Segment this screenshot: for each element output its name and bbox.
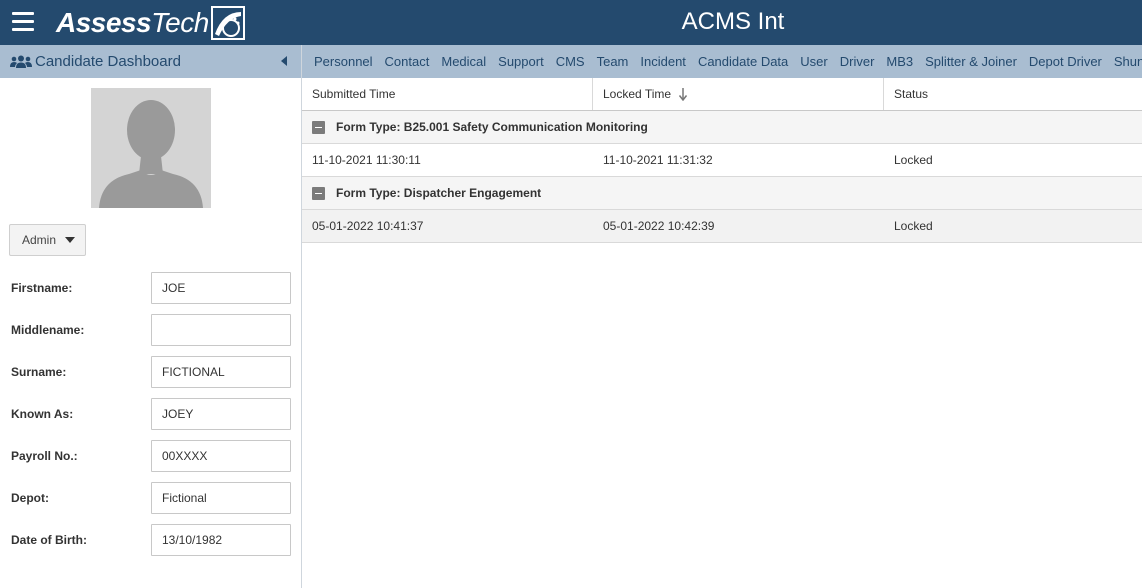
known-as-row: Known As: bbox=[11, 398, 291, 430]
middlename-field[interactable] bbox=[151, 314, 291, 346]
middlename-row: Middlename: bbox=[11, 314, 291, 346]
date-of-birth-row: Date of Birth: bbox=[11, 524, 291, 556]
group-title: Form Type: Dispatcher Engagement bbox=[336, 186, 542, 200]
logo-text: AssessTech bbox=[56, 7, 209, 38]
payroll-no-label: Payroll No.: bbox=[11, 449, 78, 463]
depot-row: Depot: bbox=[11, 482, 291, 514]
depot-field[interactable] bbox=[151, 482, 291, 514]
tab-user[interactable]: User bbox=[800, 54, 827, 69]
tab-driver[interactable]: Driver bbox=[840, 54, 875, 69]
sidebar-title: Candidate Dashboard bbox=[35, 53, 181, 70]
logo-mark-icon bbox=[210, 6, 245, 40]
admin-dropdown-button[interactable]: Admin bbox=[9, 224, 86, 256]
tab-support[interactable]: Support bbox=[498, 54, 544, 69]
collapse-group-icon[interactable] bbox=[312, 186, 325, 200]
assesstech-logo: AssessTech bbox=[56, 6, 245, 40]
tab-shunter[interactable]: Shunter bbox=[1114, 54, 1142, 69]
column-header-label: Status bbox=[894, 87, 929, 101]
caret-left-icon[interactable] bbox=[281, 56, 287, 66]
table-row[interactable]: 05-01-2022 10:41:37 05-01-2022 10:42:39 … bbox=[302, 210, 1142, 243]
column-header-label: Locked Time bbox=[603, 87, 672, 101]
tab-splitter-joiner[interactable]: Splitter & Joiner bbox=[925, 54, 1017, 69]
locked-time-cell: 11-10-2021 11:31:32 bbox=[603, 153, 713, 167]
date-of-birth-label: Date of Birth: bbox=[11, 533, 87, 547]
status-cell: Locked bbox=[894, 153, 933, 167]
sort-descending-icon bbox=[679, 87, 688, 101]
caret-down-icon bbox=[65, 237, 76, 243]
locked-time-cell: 05-01-2022 10:42:39 bbox=[603, 219, 715, 233]
payroll-no-row: Payroll No.: bbox=[11, 440, 291, 472]
submitted-time-cell: 11-10-2021 11:30:11 bbox=[312, 153, 421, 167]
table-row[interactable]: 11-10-2021 11:30:11 11-10-2021 11:31:32 … bbox=[302, 144, 1142, 177]
firstname-label: Firstname: bbox=[11, 281, 73, 295]
surname-row: Surname: bbox=[11, 356, 291, 388]
tab-medical[interactable]: Medical bbox=[441, 54, 486, 69]
firstname-row: Firstname: bbox=[11, 272, 291, 304]
known-as-field[interactable] bbox=[151, 398, 291, 430]
column-header-submitted-time[interactable]: Submitted Time bbox=[302, 78, 593, 110]
candidate-sidebar: Candidate Dashboard Admin Firstname: Mid… bbox=[0, 45, 302, 588]
sidebar-header: Candidate Dashboard bbox=[0, 45, 301, 78]
tab-candidate-data[interactable]: Candidate Data bbox=[698, 54, 788, 69]
app-header: AssessTech ACMS Int bbox=[0, 0, 1142, 45]
date-of-birth-field[interactable] bbox=[151, 524, 291, 556]
column-header-status[interactable]: Status bbox=[884, 78, 1142, 110]
submitted-time-cell: 05-01-2022 10:41:37 bbox=[312, 219, 424, 233]
group-row: Form Type: Dispatcher Engagement bbox=[302, 177, 1142, 210]
firstname-field[interactable] bbox=[151, 272, 291, 304]
tab-personnel[interactable]: Personnel bbox=[314, 54, 373, 69]
payroll-no-field[interactable] bbox=[151, 440, 291, 472]
tab-cms[interactable]: CMS bbox=[556, 54, 585, 69]
group-row: Form Type: B25.001 Safety Communication … bbox=[302, 111, 1142, 144]
users-icon bbox=[10, 55, 32, 68]
group-title: Form Type: B25.001 Safety Communication … bbox=[336, 120, 648, 134]
column-header-label: Submitted Time bbox=[312, 87, 396, 101]
app-title: ACMS Int bbox=[681, 8, 785, 35]
person-silhouette-icon bbox=[99, 100, 203, 208]
tab-contact[interactable]: Contact bbox=[385, 54, 430, 69]
hamburger-icon[interactable] bbox=[12, 12, 34, 32]
surname-field[interactable] bbox=[151, 356, 291, 388]
status-cell: Locked bbox=[894, 219, 933, 233]
tab-depot-driver[interactable]: Depot Driver bbox=[1029, 54, 1102, 69]
admin-label: Admin bbox=[22, 233, 57, 247]
avatar bbox=[91, 88, 211, 208]
forms-grid: Submitted Time Locked Time Status Form T… bbox=[302, 78, 1142, 243]
column-header-locked-time[interactable]: Locked Time bbox=[593, 78, 884, 110]
module-tabbar: Personnel Contact Medical Support CMS Te… bbox=[302, 45, 1142, 78]
tab-mb3[interactable]: MB3 bbox=[886, 54, 913, 69]
known-as-label: Known As: bbox=[11, 407, 74, 421]
grid-header: Submitted Time Locked Time Status bbox=[302, 78, 1142, 111]
collapse-group-icon[interactable] bbox=[312, 120, 325, 134]
depot-label: Depot: bbox=[11, 491, 49, 505]
middlename-label: Middlename: bbox=[11, 323, 85, 337]
surname-label: Surname: bbox=[11, 365, 67, 379]
tab-team[interactable]: Team bbox=[597, 54, 629, 69]
tab-incident[interactable]: Incident bbox=[640, 54, 686, 69]
